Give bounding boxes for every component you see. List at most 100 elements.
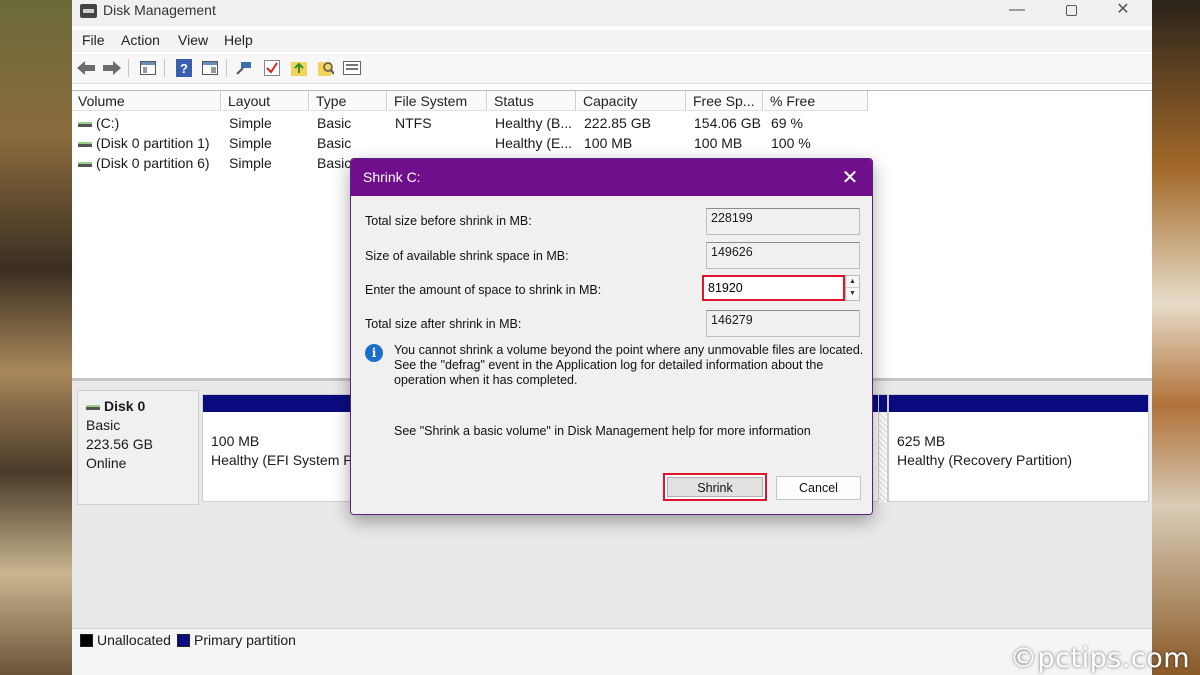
total-before-field: 228199 [706,208,860,235]
maximize-icon [1065,5,1077,16]
column-header-layout[interactable]: Layout [222,91,309,111]
partition-size: 100 MB [211,433,260,449]
column-header-type[interactable]: Type [310,91,387,111]
status-cell: Healthy (E... [495,135,573,151]
layout-cell: Simple [229,135,272,151]
spin-down-icon[interactable]: ▼ [846,288,859,300]
disk-name: Disk 0 [104,398,146,414]
partition-efi[interactable]: 100 MB Healthy (EFI System Pa [202,394,360,502]
help-icon[interactable]: ? [174,58,194,78]
disk-management-icon [80,4,97,18]
partition-status: Healthy (Recovery Partition) [897,452,1073,468]
disk-state: Online [86,455,127,471]
capacity-cell: 100 MB [584,135,633,151]
free-space-cell: 154.06 GB [694,115,761,131]
partition-selected[interactable] [878,394,888,503]
table-row[interactable]: (Disk 0 partition 1) Simple Basic Health… [72,133,1152,153]
selected-hatch [879,412,887,503]
partition-bar [879,395,887,412]
console-tree-icon[interactable] [138,58,158,78]
partition-recovery[interactable]: 625 MB Healthy (Recovery Partition) [888,394,1149,502]
volume-name: (Disk 0 partition 1) [96,135,210,151]
status-cell: Healthy (B... [495,115,573,131]
help-message: See "Shrink a basic volume" in Disk Mana… [394,424,811,438]
forward-arrow-icon[interactable] [102,58,122,78]
shrink-amount-label: Enter the amount of space to shrink in M… [365,283,602,297]
shrink-amount-highlight [702,275,845,301]
connect-icon[interactable] [234,58,254,78]
dialog-body: Total size before shrink in MB: 228199 S… [351,196,872,514]
total-after-field: 146279 [706,310,860,337]
cancel-button[interactable]: Cancel [776,476,861,500]
svg-text:?: ? [180,61,188,76]
spin-up-icon[interactable]: ▲ [846,276,859,288]
volume-name: (Disk 0 partition 6) [96,155,210,171]
watermark: ©pctips.com [1010,643,1191,674]
menu-bar: File Action View Help [72,30,1152,52]
check-icon[interactable] [262,58,282,78]
properties-icon[interactable] [200,58,220,78]
table-row[interactable]: (C:) Simple Basic NTFS Healthy (B... 222… [72,113,1152,133]
rescan-icon[interactable] [289,58,309,78]
title-bar: Disk Management — ✕ [72,0,1152,26]
available-shrink-field: 149626 [706,242,860,269]
shrink-amount-spinner[interactable]: ▲ ▼ [845,275,860,301]
desktop-background-left [0,0,72,675]
partition-status: Healthy (EFI System Pa [211,452,361,468]
column-header-percent-free[interactable]: % Free [764,91,868,111]
dialog-title-bar: Shrink C: ✕ [351,159,872,196]
volume-icon [78,161,92,167]
maximize-button[interactable] [1046,0,1096,22]
total-after-label: Total size after shrink in MB: [365,317,522,331]
shrink-dialog: Shrink C: ✕ Total size before shrink in … [350,158,873,515]
layout-cell: Simple [229,155,272,171]
column-header-capacity[interactable]: Capacity [577,91,686,111]
volume-icon [78,141,92,147]
volume-icon [78,121,92,127]
volume-name: (C:) [96,115,120,131]
window-title: Disk Management [103,2,216,18]
percent-free-cell: 69 % [771,115,803,131]
partition-size: 625 MB [897,433,946,449]
column-header-volume[interactable]: Volume [72,91,221,111]
menu-view[interactable]: View [178,32,208,48]
menu-action[interactable]: Action [121,32,160,48]
legend: Unallocated Primary partition [72,628,1152,675]
desktop-background-right [1152,0,1200,675]
legend-primary-partition: Primary partition [194,632,296,648]
list-icon[interactable] [342,58,362,78]
dialog-title: Shrink C: [363,169,421,185]
info-icon: i [365,344,383,362]
close-button[interactable]: ✕ [1098,0,1148,22]
shrink-button[interactable]: Shrink [667,477,763,497]
minimize-button[interactable]: — [992,0,1042,22]
total-before-label: Total size before shrink in MB: [365,214,532,228]
available-shrink-label: Size of available shrink space in MB: [365,249,569,263]
search-icon[interactable] [316,58,336,78]
menu-file[interactable]: File [82,32,105,48]
column-header-status[interactable]: Status [488,91,576,111]
disk-0-label[interactable]: Disk 0 Basic 223.56 GB Online [77,390,199,505]
primary-partition-swatch [177,634,190,647]
disk-icon [86,404,100,410]
shrink-button-highlight: Shrink [663,473,767,501]
type-cell: Basic [317,155,352,171]
menu-help[interactable]: Help [224,32,253,48]
capacity-cell: 222.85 GB [584,115,651,131]
file-system-cell: NTFS [395,115,432,131]
dialog-close-button[interactable]: ✕ [838,165,862,190]
disk-type: Basic [86,417,121,433]
partition-bar [889,395,1148,412]
toolbar: ? [72,54,1152,84]
legend-unallocated: Unallocated [97,632,171,648]
column-header-free-space[interactable]: Free Sp... [687,91,763,111]
shrink-amount-input[interactable] [704,277,843,299]
type-cell: Basic [317,115,352,131]
info-message: You cannot shrink a volume beyond the po… [394,343,864,387]
percent-free-cell: 100 % [771,135,811,151]
back-arrow-icon[interactable] [76,58,96,78]
column-header-file-system[interactable]: File System [388,91,487,111]
unallocated-swatch [80,634,93,647]
type-cell: Basic [317,135,352,151]
partition-bar [203,395,351,412]
